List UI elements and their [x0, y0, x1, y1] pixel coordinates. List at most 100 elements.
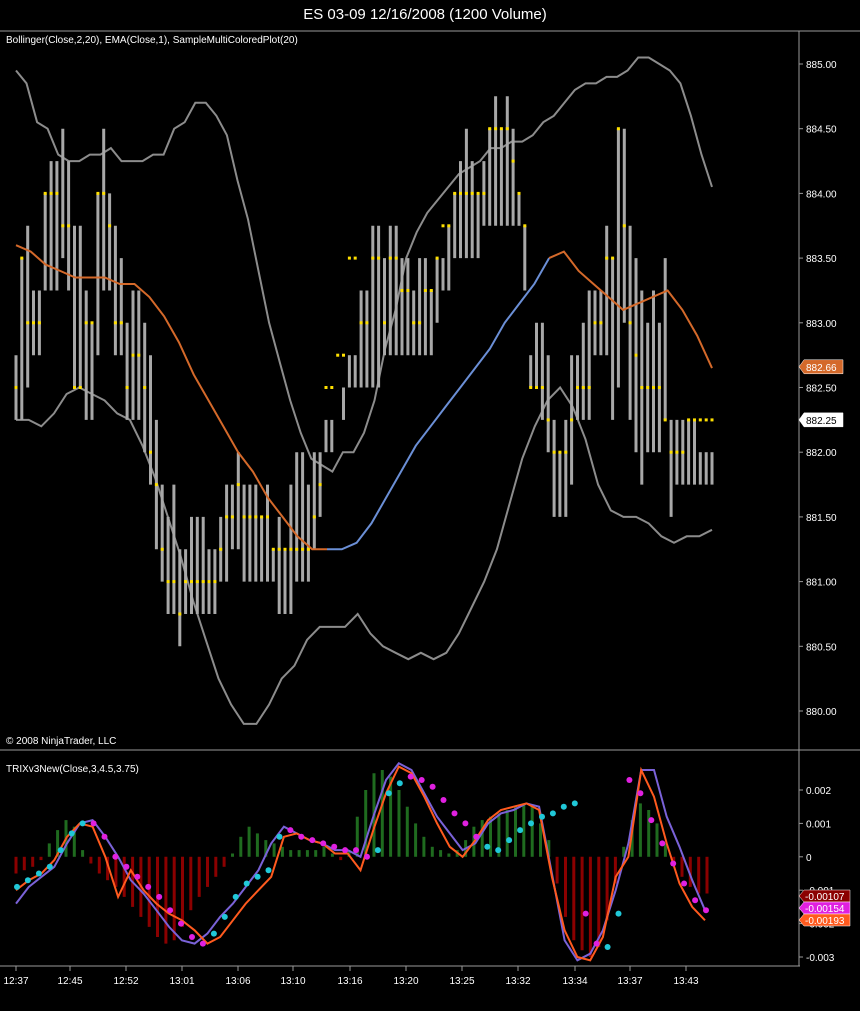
close-tick [505, 127, 509, 131]
price-marker-label: 882.25 [806, 416, 837, 427]
close-tick [102, 191, 106, 195]
price-tick-label: 884.50 [806, 125, 837, 136]
close-tick [143, 386, 147, 389]
close-tick [517, 191, 521, 195]
trix-dot [604, 944, 611, 950]
close-tick [301, 547, 305, 551]
close-tick [476, 191, 480, 195]
trix-dot [506, 837, 513, 844]
time-tick-label: 13:20 [393, 976, 418, 987]
trix-dot [703, 907, 709, 914]
close-tick [37, 321, 41, 325]
close-tick [324, 386, 328, 389]
close-tick [113, 321, 117, 325]
close-tick [441, 224, 445, 228]
close-tick [78, 386, 82, 389]
trix-dot [57, 847, 64, 854]
close-tick [61, 224, 65, 228]
trix-dot [287, 827, 294, 834]
close-tick [225, 515, 229, 519]
close-tick [160, 547, 164, 551]
trix-dot [112, 853, 119, 860]
close-tick [540, 386, 544, 389]
close-tick [365, 321, 369, 325]
price-tick-label: 883.00 [806, 319, 837, 330]
trix-dot [692, 897, 699, 904]
trix-marker-label: -0.00107 [805, 892, 845, 903]
close-tick [616, 127, 620, 131]
close-tick [464, 191, 468, 195]
close-tick [201, 580, 205, 584]
trix-dot [276, 833, 283, 840]
close-tick [219, 547, 223, 551]
close-tick [190, 580, 193, 584]
trix-dot [243, 880, 250, 887]
close-tick [482, 191, 486, 195]
close-tick [353, 256, 357, 260]
close-tick [383, 321, 386, 325]
close-tick [698, 418, 702, 422]
trix-dot [167, 907, 174, 914]
close-tick [499, 127, 503, 131]
trix-last-markers: -0.00107-0.00154-0.00193 [798, 889, 851, 927]
close-tick [704, 418, 708, 422]
close-tick [552, 450, 556, 454]
close-tick [67, 224, 71, 228]
price-tick-label: 884.00 [806, 189, 837, 200]
close-tick [576, 386, 579, 389]
trix-dot [24, 877, 31, 884]
trix-dot [320, 840, 327, 847]
time-tick-label: 13:37 [617, 976, 642, 987]
close-tick [587, 386, 591, 389]
trix-tick-label: 0.001 [806, 819, 831, 830]
trix-dot [189, 934, 195, 940]
close-tick [336, 353, 340, 357]
trix-dot [582, 910, 589, 917]
close-tick [377, 256, 381, 260]
close-tick [394, 256, 398, 260]
trix-dot [484, 843, 491, 850]
close-tick [494, 127, 498, 131]
close-tick [96, 191, 100, 195]
price-tick-label: 882.00 [806, 448, 837, 459]
close-tick [687, 418, 691, 422]
time-tick-label: 13:34 [562, 976, 587, 987]
close-tick [652, 386, 655, 389]
price-tick-label: 883.50 [806, 254, 837, 265]
price-tick-label: 880.50 [806, 642, 837, 653]
close-tick [20, 256, 24, 260]
close-tick [605, 256, 609, 260]
trix-indicator-label: TRIXv3New(Close,3,4.5,3.75) [6, 764, 139, 775]
trix-dot [418, 777, 425, 783]
close-tick [312, 515, 316, 519]
trix-dot [626, 777, 633, 783]
trix-dot [385, 790, 392, 797]
close-tick [400, 289, 404, 292]
trix-dot [637, 790, 644, 797]
close-tick [435, 256, 439, 260]
trix-dot [615, 910, 622, 917]
trix-dot [331, 843, 338, 850]
trix-dot [353, 847, 359, 854]
close-tick [634, 353, 638, 357]
close-tick [488, 127, 492, 131]
close-tick [663, 418, 667, 422]
close-tick [675, 450, 679, 454]
close-tick [412, 321, 416, 325]
close-tick [418, 321, 422, 325]
trix-dot [462, 820, 469, 827]
close-tick [248, 515, 252, 519]
trix-dot [364, 853, 370, 860]
trix-dot [648, 817, 655, 824]
close-tick [546, 418, 550, 422]
trix-tick-label: 0 [806, 853, 812, 864]
close-tick [295, 547, 299, 551]
time-tick-label: 12:45 [57, 976, 82, 987]
close-tick [230, 515, 234, 519]
price-marker-label: 882.66 [806, 363, 837, 374]
trix-dot [670, 860, 677, 867]
close-tick [26, 321, 30, 325]
close-tick [137, 353, 141, 357]
trix-dot [429, 783, 436, 790]
close-tick [266, 515, 269, 519]
